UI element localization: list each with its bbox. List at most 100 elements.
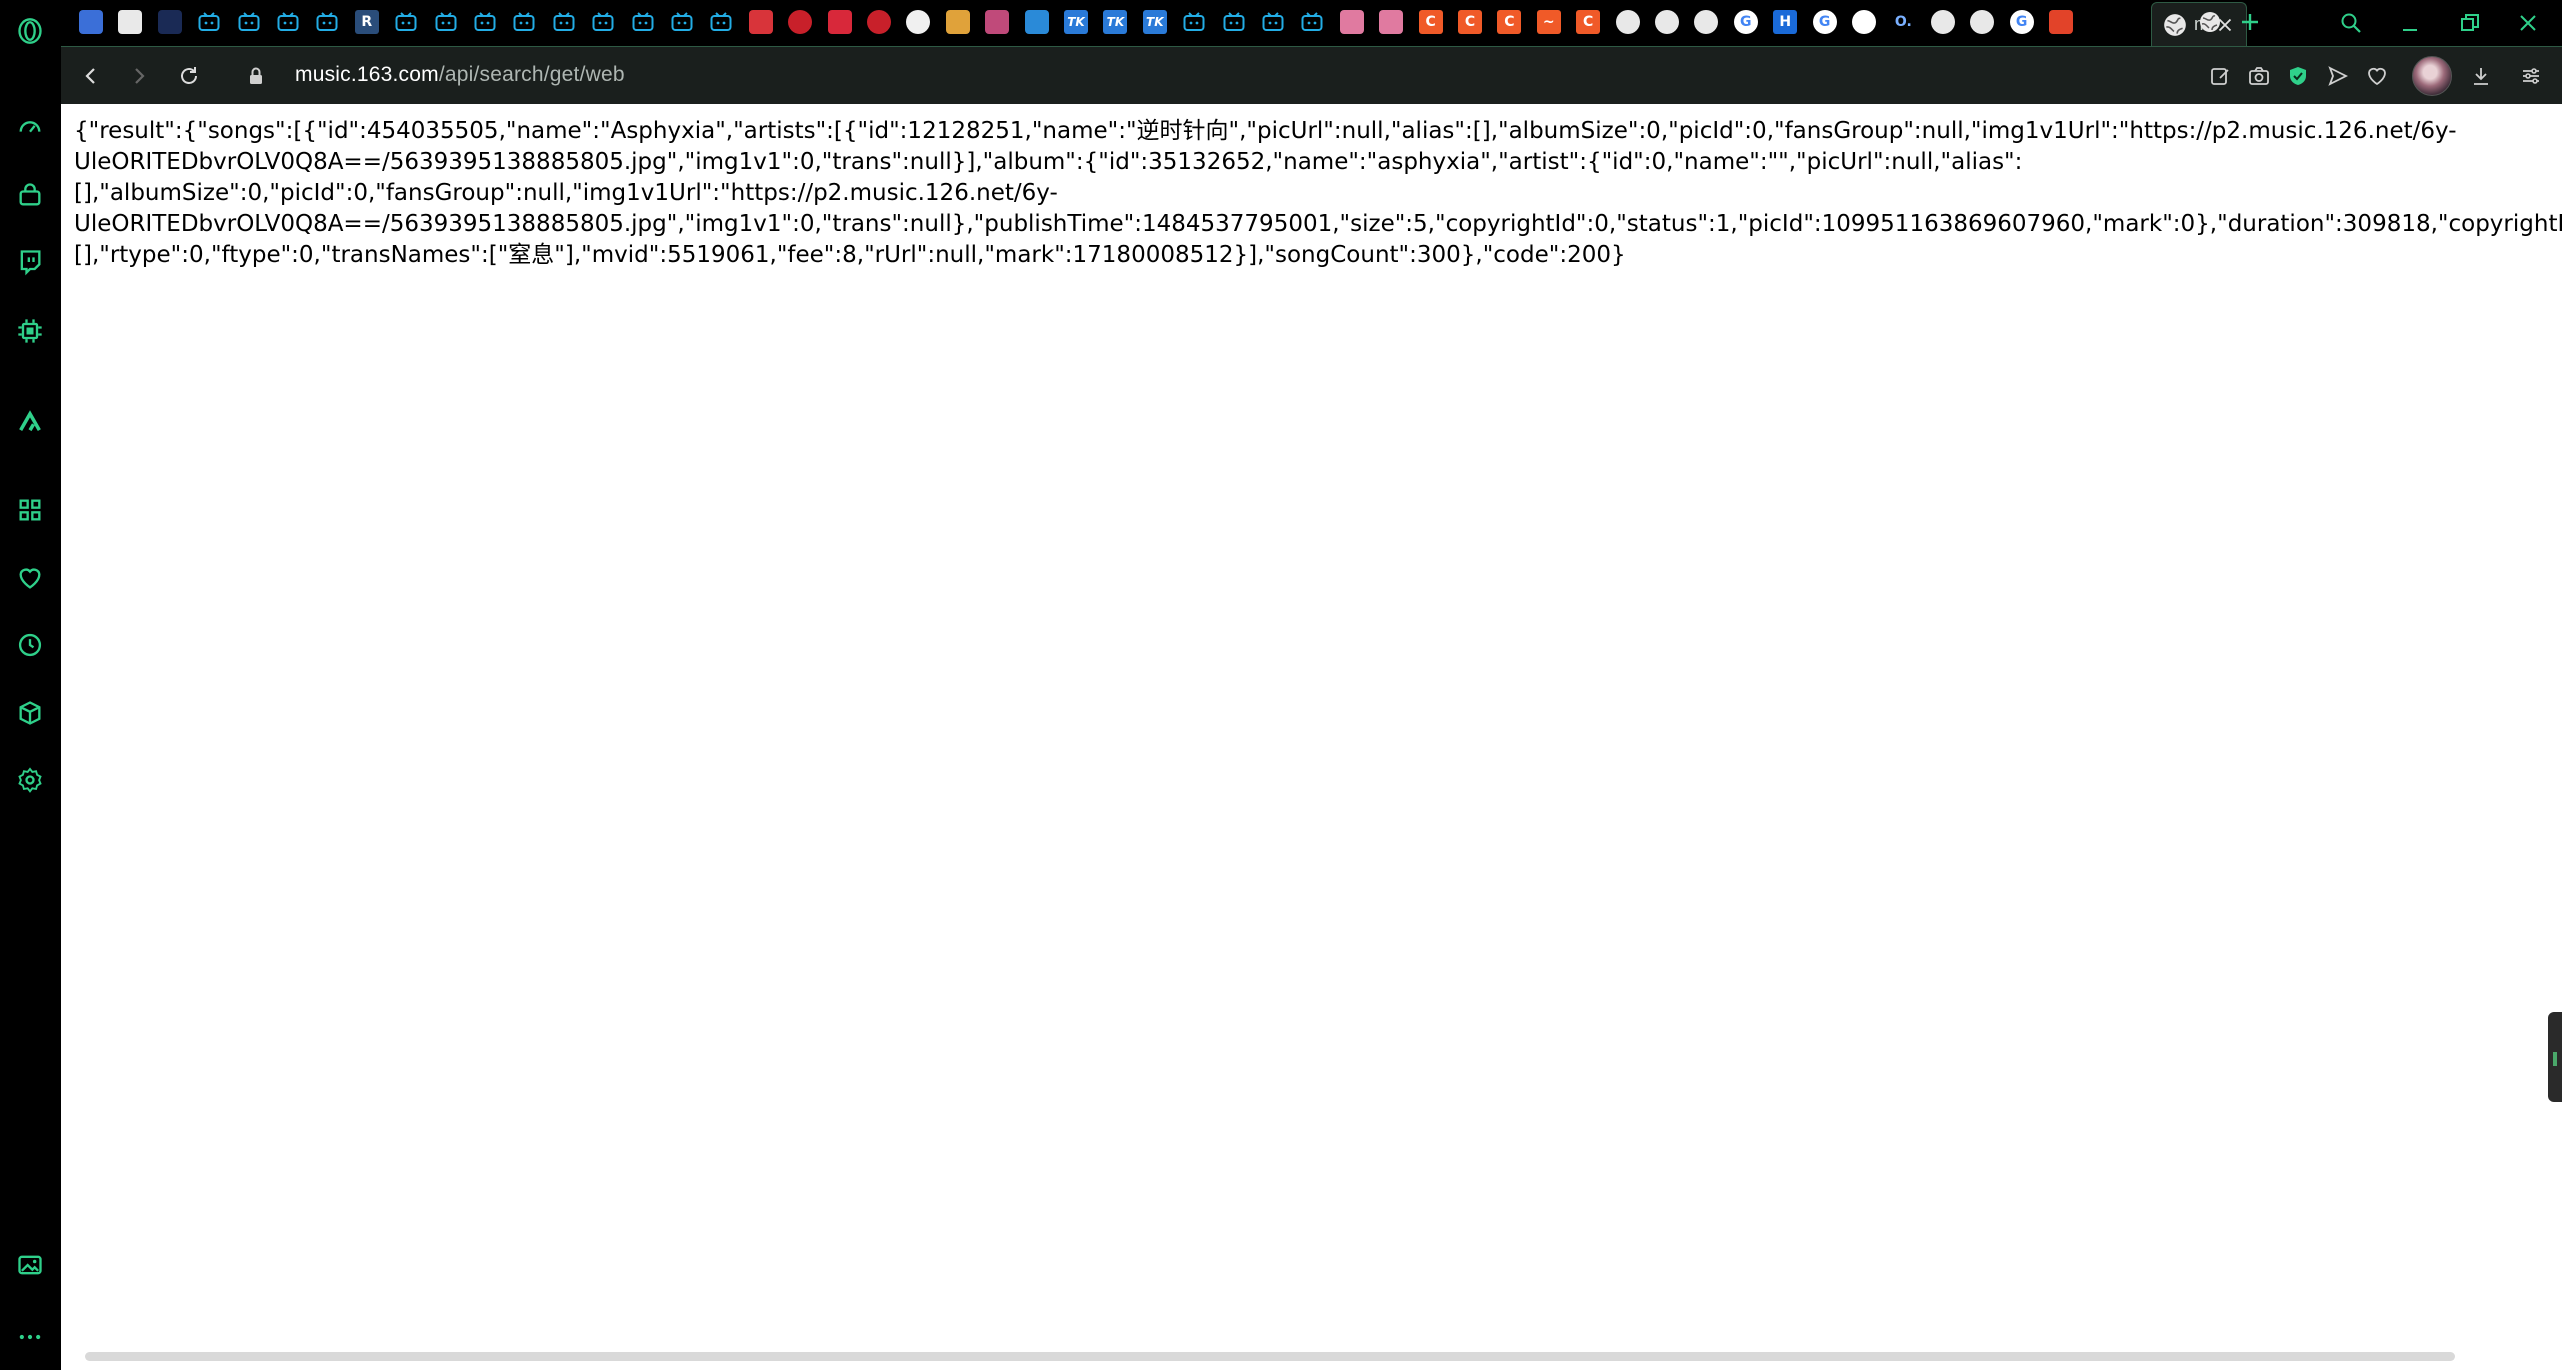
red-circle-favicon-2[interactable] <box>865 8 893 36</box>
bilibili-favicon-12[interactable] <box>668 8 696 36</box>
easy-setup-icon[interactable] <box>2516 61 2546 91</box>
google-favicon-2[interactable]: G <box>1811 8 1839 36</box>
bilibili-favicon-8[interactable] <box>510 8 538 36</box>
bilibili-favicon-7[interactable] <box>471 8 499 36</box>
restore-icon[interactable] <box>2455 8 2485 38</box>
google-favicon-1[interactable]: G <box>1732 8 1760 36</box>
reload-button[interactable] <box>174 61 204 91</box>
bilibili-favicon-11[interactable] <box>629 8 657 36</box>
url-field[interactable]: music.163.com/api/search/get/web <box>295 63 625 87</box>
minimize-icon[interactable] <box>2395 8 2425 38</box>
translate-favicon[interactable] <box>77 8 105 36</box>
bilibili-favicon-16-glyph <box>1261 10 1285 34</box>
more-icon[interactable] <box>13 1320 47 1354</box>
bilibili-favicon-2[interactable] <box>235 8 263 36</box>
globe-favicon-5-glyph <box>1970 10 1995 34</box>
bilibili-favicon-17[interactable] <box>1298 8 1326 36</box>
c-favicon-1[interactable]: C <box>1417 8 1445 36</box>
gitlab-favicon[interactable] <box>2047 8 2075 36</box>
apps-grid-icon[interactable] <box>13 493 47 527</box>
lock-icon[interactable] <box>241 61 271 91</box>
background-tab-globe-icon[interactable] <box>2196 8 2224 36</box>
horizontal-scrollbar[interactable] <box>85 1352 2455 1361</box>
picture-favicon-1[interactable] <box>944 8 972 36</box>
sidebar-handle[interactable] <box>2548 1012 2562 1102</box>
red-circle-favicon-1[interactable] <box>786 8 814 36</box>
notes-favicon-glyph <box>118 10 143 34</box>
settings-gear-icon[interactable] <box>13 763 47 797</box>
edit-page-icon[interactable] <box>2205 61 2235 91</box>
tk-favicon-3[interactable]: TK <box>1141 8 1169 36</box>
search-icon[interactable] <box>2336 8 2366 38</box>
cube-favicon[interactable] <box>1023 8 1051 36</box>
bilibili-favicon-5[interactable] <box>392 8 420 36</box>
cpu-icon[interactable] <box>13 314 47 348</box>
globe-favicon-1[interactable] <box>1614 8 1642 36</box>
c-favicon-2[interactable]: C <box>1456 8 1484 36</box>
snapshot-camera-icon[interactable] <box>2244 61 2274 91</box>
twitch-icon[interactable] <box>13 245 47 279</box>
camera-favicon-2[interactable] <box>1377 8 1405 36</box>
download-icon[interactable] <box>2466 61 2496 91</box>
tk-favicon-3-glyph: TK <box>1142 10 1167 34</box>
shopping-bag-icon[interactable] <box>13 178 47 212</box>
globe-favicon-4[interactable] <box>1929 8 1957 36</box>
bilibili-favicon-17-glyph <box>1300 10 1324 34</box>
bilibili-favicon-16[interactable] <box>1259 8 1287 36</box>
shield-check-icon[interactable] <box>2283 61 2313 91</box>
globe-favicon-3[interactable] <box>1692 8 1720 36</box>
aria-icon[interactable] <box>13 405 47 439</box>
red-pen-favicon-glyph <box>827 10 852 34</box>
bilibili-favicon-10[interactable] <box>589 8 617 36</box>
gallery-icon[interactable] <box>13 1248 47 1282</box>
search-o-favicon[interactable]: O. <box>1889 8 1917 36</box>
c-favicon-3[interactable]: C <box>1495 8 1523 36</box>
history-icon[interactable] <box>13 628 47 662</box>
bilibili-favicon-4[interactable] <box>313 8 341 36</box>
bookmark-heart-icon[interactable] <box>2362 61 2392 91</box>
r-favicon-glyph: R <box>354 10 379 34</box>
picture-favicon-2[interactable] <box>983 8 1011 36</box>
red-circle-favicon-1-glyph <box>788 10 813 34</box>
gitlab-favicon-glyph <box>2049 10 2073 34</box>
opera-logo-icon[interactable] <box>13 14 47 48</box>
back-button[interactable] <box>76 61 106 91</box>
globe-favicon-2[interactable] <box>1653 8 1681 36</box>
github-favicon[interactable] <box>1850 8 1878 36</box>
tk-favicon-2[interactable]: TK <box>1101 8 1129 36</box>
bilibili-favicon-6[interactable] <box>432 8 460 36</box>
send-icon[interactable] <box>2323 61 2353 91</box>
bilibili-favicon-15[interactable] <box>1220 8 1248 36</box>
slash-red-favicon[interactable] <box>747 8 775 36</box>
speed-dial-icon[interactable] <box>13 110 47 144</box>
h-favicon[interactable]: H <box>1771 8 1799 36</box>
bilibili-favicon-8-glyph <box>512 10 536 34</box>
bilibili-favicon-7-glyph <box>473 10 497 34</box>
bilibili-favicon-9[interactable] <box>550 8 578 36</box>
bilibili-favicon-14[interactable] <box>1180 8 1208 36</box>
reload-icon <box>181 67 197 84</box>
forward-button[interactable] <box>124 61 154 91</box>
globe-favicon-5[interactable] <box>1968 8 1996 36</box>
json-response-text: {"result":{"songs":[{"id":454035505,"nam… <box>74 116 2562 271</box>
dark-square-favicon[interactable] <box>156 8 184 36</box>
red-pen-favicon[interactable] <box>826 8 854 36</box>
sidebar <box>0 0 61 1370</box>
heart-icon[interactable] <box>13 561 47 595</box>
r-favicon[interactable]: R <box>353 8 381 36</box>
bilibili-favicon-1[interactable] <box>195 8 223 36</box>
camera-favicon-1[interactable] <box>1338 8 1366 36</box>
bilibili-favicon-13[interactable] <box>707 8 735 36</box>
smile-favicon[interactable] <box>904 8 932 36</box>
google-favicon-3[interactable]: G <box>2008 8 2036 36</box>
notes-favicon[interactable] <box>116 8 144 36</box>
bilibili-favicon-3[interactable] <box>274 8 302 36</box>
avatar[interactable] <box>2412 56 2452 96</box>
tk-favicon-1[interactable]: TK <box>1062 8 1090 36</box>
google-favicon-2-glyph: G <box>1812 10 1837 34</box>
extensions-cube-icon[interactable] <box>13 696 47 730</box>
close-window-icon[interactable] <box>2513 8 2543 38</box>
wave-favicon[interactable]: ~ <box>1535 8 1563 36</box>
new-tab-plus-icon[interactable] <box>2236 8 2264 36</box>
c-favicon-4[interactable]: C <box>1574 8 1602 36</box>
